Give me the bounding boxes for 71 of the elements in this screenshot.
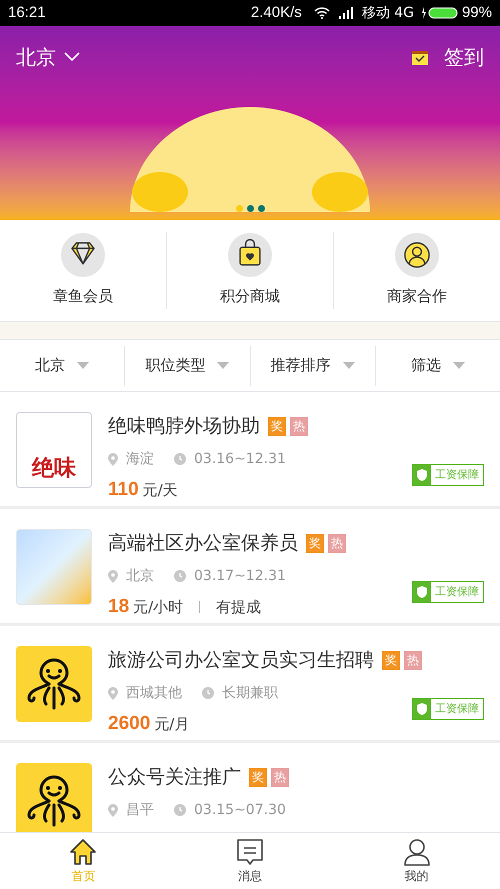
job-location: 西城其他 [126, 684, 182, 702]
sign-in-button[interactable]: 签到 [412, 42, 484, 72]
job-tag: 热 [328, 534, 346, 553]
job-tag: 热 [271, 768, 289, 787]
job-period: 03.16~12.31 [194, 450, 286, 468]
job-salary: 2600 [108, 712, 150, 736]
commission-note: 有提成 [216, 596, 262, 618]
job-period: 长期兼职 [222, 684, 278, 702]
network-speed: 2.40K/s [250, 2, 302, 23]
job-tag: 热 [404, 650, 422, 670]
city-selector[interactable]: 北京 [16, 42, 80, 72]
filter-dropdown[interactable]: 职位类型 [124, 346, 250, 386]
battery-percent: 99% [462, 2, 492, 23]
location-pin-icon [108, 686, 118, 700]
clock-icon [174, 570, 186, 582]
wage-guarantee-badge: 工资保障 [412, 464, 484, 486]
job-salary: 18 [108, 594, 130, 618]
shortcut-item[interactable]: 章鱼会员 [0, 232, 166, 309]
job-location: 北京 [126, 566, 154, 586]
caret-down-icon [217, 362, 230, 369]
caret-down-icon [77, 362, 90, 369]
filter-dropdown[interactable]: 北京 [0, 346, 124, 386]
clock-icon [202, 687, 214, 699]
brand-logo: 绝味 [16, 412, 92, 488]
job-location: 海淀 [126, 450, 154, 468]
carrier-label: 移动 4G [362, 4, 414, 22]
job-title: 公众号关注推广 [108, 765, 241, 790]
filter-dropdown[interactable]: 推荐排序 [250, 346, 375, 386]
status-time: 16:21 [8, 2, 46, 23]
job-tag: 奖 [306, 534, 324, 553]
salary-unit: 元/天 [142, 480, 178, 500]
job-title: 绝味鸭脖外场协助 [108, 414, 260, 439]
job-period: 03.17~12.31 [194, 566, 286, 586]
tab-bar-item[interactable]: 消息 [166, 833, 334, 889]
salary-unit: 元/小时 [133, 596, 184, 618]
location-pin-icon [108, 570, 118, 582]
job-salary: 110 [108, 478, 139, 502]
shortcut-item[interactable]: 积分商城 [166, 232, 333, 309]
job-tag: 奖 [249, 768, 267, 787]
job-title: 高端社区办公室保养员 [108, 531, 298, 556]
location-pin-icon [108, 452, 118, 466]
home-icon [68, 837, 98, 867]
tab-bar-item[interactable]: 我的 [333, 833, 500, 889]
job-period: 03.15~07.30 [194, 800, 286, 820]
shortcut-item[interactable]: 商家合作 [333, 232, 500, 309]
job-tag: 热 [290, 416, 308, 436]
shield-icon [413, 464, 431, 486]
job-title: 旅游公司办公室文员实习生招聘 [108, 648, 374, 673]
shield-icon [413, 698, 431, 720]
wage-guarantee-badge: 工资保障 [412, 581, 484, 603]
clock-icon [174, 453, 186, 465]
job-tag: 奖 [268, 416, 286, 436]
wage-guarantee-badge: 工资保障 [412, 698, 484, 720]
signal-icon [338, 7, 354, 19]
caret-down-icon [452, 362, 465, 369]
shield-icon [413, 581, 431, 603]
profile-icon [402, 837, 432, 867]
battery-icon [422, 7, 458, 19]
person-icon [395, 233, 439, 278]
chevron-down-icon [64, 52, 80, 62]
calendar-icon [412, 50, 428, 64]
caret-down-icon [342, 362, 355, 369]
job-location: 昌平 [126, 800, 154, 820]
salary-unit: 元/月 [154, 714, 190, 734]
clock-icon [174, 804, 186, 816]
bag-icon [228, 233, 272, 278]
filter-dropdown[interactable]: 筛选 [374, 346, 500, 386]
location-pin-icon [108, 804, 118, 816]
message-icon [235, 837, 265, 867]
wifi-icon [314, 7, 330, 19]
job-tag: 奖 [382, 650, 400, 670]
